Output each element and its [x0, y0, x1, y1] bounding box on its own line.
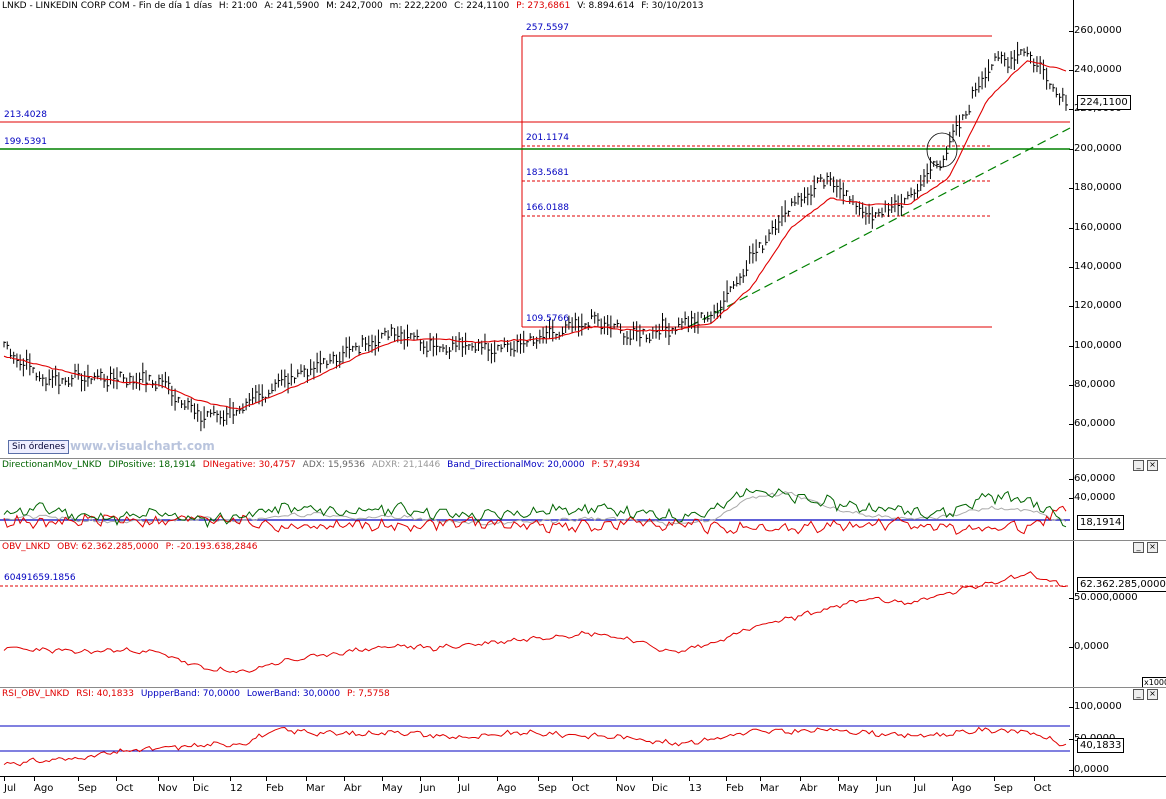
x-tick-label: Mar	[306, 777, 325, 794]
obv-chart-svg[interactable]	[0, 541, 1072, 688]
x-tick-label: Oct	[116, 777, 134, 794]
x-tick-label: Feb	[726, 777, 744, 794]
y-tick: 260,0000	[1069, 25, 1122, 36]
fib-label-109: 109.5766	[526, 314, 569, 324]
x-tick-label: Ago	[34, 777, 54, 794]
obv-line	[3, 571, 1067, 674]
orders-badge[interactable]: Sin órdenes	[8, 440, 70, 454]
trend-line	[689, 127, 1071, 327]
x-tick-label: Abr	[344, 777, 362, 794]
price-bars	[3, 41, 1068, 432]
x-tick-label: Jul	[458, 777, 471, 794]
obv-panel[interactable]: OBV_LNKD OBV: 62.362.285,0000 P: -20.193…	[0, 540, 1166, 688]
rsi-last-value: 40,1833	[1077, 738, 1125, 753]
y-tick: 50.000,0000	[1069, 592, 1138, 603]
rsi-panel[interactable]: RSI_OBV_LNKD RSI: 40,1833 UppperBand: 70…	[0, 687, 1166, 777]
rsi-line	[3, 726, 1067, 767]
y-tick: 120,0000	[1069, 300, 1122, 311]
rsi-chart-svg[interactable]	[0, 688, 1072, 777]
y-tick: 140,0000	[1069, 261, 1122, 272]
x-tick-label: Mar	[760, 777, 779, 794]
x-tick-label: 13	[689, 777, 702, 794]
y-tick: 100,0000	[1069, 340, 1122, 351]
price-panel[interactable]: LNKD - LINKEDIN CORP COM - Fin de día 1 …	[0, 0, 1166, 458]
dmi-panel[interactable]: DirectionanMov_LNKD DIPositive: 18,1914 …	[0, 458, 1166, 541]
fib-label-183: 183.5681	[526, 168, 569, 178]
x-tick-label: Jul	[914, 777, 927, 794]
y-tick: 200,0000	[1069, 143, 1122, 154]
moving-average-line	[3, 60, 1067, 410]
x-tick-label: Sep	[538, 777, 557, 794]
x-tick-label: Nov	[616, 777, 636, 794]
obv-scale[interactable]	[1073, 541, 1166, 688]
fib-label-257: 257.5597	[526, 23, 569, 33]
y-tick: 240,0000	[1069, 64, 1122, 75]
level-label-199: 199.5391	[4, 137, 47, 147]
price-chart-svg[interactable]	[0, 0, 1072, 458]
x-tick-label: Jun	[420, 777, 436, 794]
fib-label-166: 166.0188	[526, 203, 569, 213]
obv-level-label: 60491659.1856	[4, 573, 76, 583]
y-tick: 160,0000	[1069, 222, 1122, 233]
last-price-box: 224,1100	[1077, 95, 1131, 110]
y-tick: 60,0000	[1068, 418, 1116, 429]
x-tick-label: Ago	[497, 777, 517, 794]
level-label-213: 213.4028	[4, 110, 47, 120]
date-axis[interactable]: Jul Ago Sep Oct Nov Dic 12 Feb Mar Abr May Jun Jul Ag…	[0, 776, 1166, 799]
dmi-last-value: 18,1914	[1077, 515, 1125, 530]
x-tick-label: Jun	[876, 777, 892, 794]
y-tick: 80,0000	[1068, 379, 1116, 390]
x-tick-label: May	[382, 777, 403, 794]
x-tick-label: Feb	[266, 777, 284, 794]
x-tick-label: Sep	[994, 777, 1013, 794]
x-tick-label: Oct	[1034, 777, 1052, 794]
x-tick-label: Dic	[652, 777, 668, 794]
x-tick-label: Ago	[952, 777, 972, 794]
x-tick-label: 12	[230, 777, 243, 794]
obv-last-value: 62.362.285,0000	[1077, 577, 1166, 592]
x-tick-label: May	[838, 777, 859, 794]
y-tick: 0,0000	[1069, 764, 1109, 775]
x-tick-label: Oct	[572, 777, 590, 794]
y-tick: 0,0000	[1069, 641, 1109, 652]
x-tick-label: Abr	[800, 777, 818, 794]
dmi-chart-svg[interactable]	[0, 459, 1072, 541]
fib-label-201: 201.1174	[526, 133, 569, 143]
watermark: www.visualchart.com	[70, 439, 215, 453]
y-tick: 40,0000	[1068, 492, 1116, 503]
x-tick-label: Dic	[193, 777, 209, 794]
y-tick: 180,0000	[1069, 182, 1122, 193]
y-tick: 100,0000	[1069, 701, 1122, 712]
highlight-circle	[926, 132, 958, 168]
x-tick-label: Nov	[158, 777, 178, 794]
x-tick-label: Sep	[78, 777, 97, 794]
x-tick-label: Jul	[4, 777, 17, 794]
y-tick: 60,0000	[1068, 473, 1116, 484]
